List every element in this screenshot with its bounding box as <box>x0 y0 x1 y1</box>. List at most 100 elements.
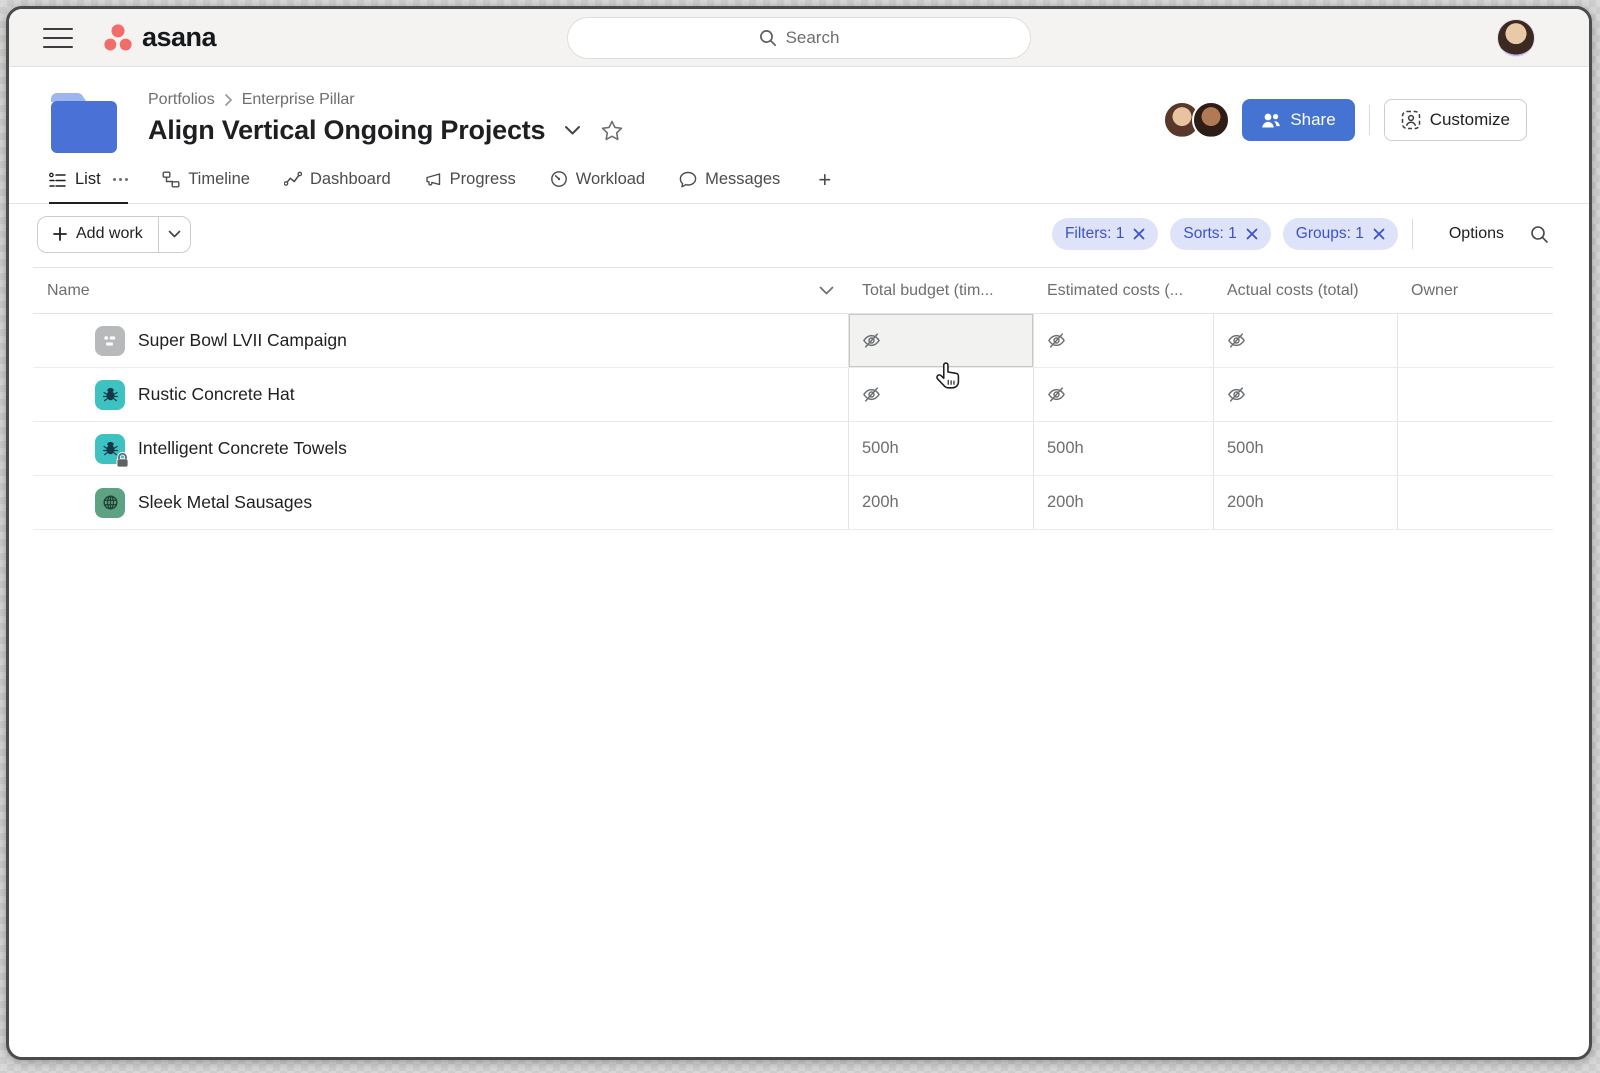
breadcrumb-chevron-icon <box>224 93 233 107</box>
actual-cell[interactable]: 200h <box>1213 476 1397 529</box>
breadcrumb: Portfolios Enterprise Pillar <box>148 91 624 109</box>
budget-cell[interactable]: 200h <box>848 476 1033 529</box>
member-facepile[interactable] <box>1163 101 1230 139</box>
column-header-owner[interactable]: Owner <box>1397 268 1553 313</box>
tab-more-icon[interactable] <box>113 178 129 182</box>
toolbar-divider <box>1412 219 1413 249</box>
table-row: Sleek Metal Sausages 200h 200h 200h <box>33 476 1553 530</box>
tab-progress-label: Progress <box>450 170 516 189</box>
app-window: asana Search Portfolios Enterprise Pilla… <box>6 6 1592 1060</box>
tab-dashboard[interactable]: Dashboard <box>284 157 391 203</box>
owner-cell[interactable] <box>1397 314 1553 367</box>
user-avatar[interactable] <box>1497 19 1535 57</box>
list-search-icon[interactable] <box>1530 225 1549 244</box>
tab-timeline[interactable]: Timeline <box>162 157 250 203</box>
project-name-cell[interactable]: Rustic Concrete Hat <box>33 368 848 421</box>
project-name: Sleek Metal Sausages <box>138 492 312 513</box>
sorts-chip-close-icon[interactable] <box>1246 228 1258 240</box>
add-work-button[interactable]: Add work <box>38 217 158 252</box>
column-header-name-label: Name <box>47 282 90 300</box>
project-name-cell[interactable]: Sleek Metal Sausages <box>33 476 848 529</box>
tab-workload[interactable]: Workload <box>550 157 645 203</box>
plus-icon <box>53 227 67 241</box>
lock-icon <box>115 452 130 468</box>
owner-cell[interactable] <box>1397 476 1553 529</box>
dashboard-icon <box>284 171 302 187</box>
member-avatar-2[interactable] <box>1192 101 1230 139</box>
actual-cell-hidden[interactable] <box>1213 368 1397 421</box>
menu-icon[interactable] <box>43 28 73 48</box>
share-button-label: Share <box>1290 110 1335 130</box>
owner-cell[interactable] <box>1397 368 1553 421</box>
search-input[interactable]: Search <box>567 17 1031 59</box>
groups-chip-label: Groups: 1 <box>1296 225 1364 243</box>
page-header: Portfolios Enterprise Pillar Align Verti… <box>9 67 1589 157</box>
hidden-eye-slash-icon <box>1227 331 1246 350</box>
topbar: asana Search <box>9 9 1589 67</box>
estimated-cell[interactable]: 500h <box>1033 422 1213 475</box>
actual-cell[interactable]: 500h <box>1213 422 1397 475</box>
options-button[interactable]: Options <box>1449 225 1504 243</box>
toolbar-right: Filters: 1 Sorts: 1 Groups: 1 Options <box>1040 218 1549 250</box>
owner-cell[interactable] <box>1397 422 1553 475</box>
filters-chip[interactable]: Filters: 1 <box>1052 218 1158 250</box>
customize-button-label: Customize <box>1430 110 1510 130</box>
budget-cell-hidden[interactable] <box>848 368 1033 421</box>
name-column-chevron-icon[interactable] <box>819 286 834 295</box>
estimated-cell-hidden[interactable] <box>1033 368 1213 421</box>
breadcrumb-enterprise-pillar[interactable]: Enterprise Pillar <box>242 91 355 109</box>
tab-list[interactable]: List <box>49 157 128 204</box>
filters-chip-close-icon[interactable] <box>1133 228 1145 240</box>
estimated-cell[interactable]: 200h <box>1033 476 1213 529</box>
tab-workload-label: Workload <box>576 170 645 189</box>
tab-timeline-label: Timeline <box>188 170 250 189</box>
hidden-eye-slash-icon <box>1047 385 1066 404</box>
search-icon <box>759 29 777 47</box>
share-people-icon <box>1261 112 1281 129</box>
list-toolbar: Add work Filters: 1 Sorts: 1 <box>9 204 1589 264</box>
title-block: Portfolios Enterprise Pillar Align Verti… <box>148 89 624 146</box>
groups-chip[interactable]: Groups: 1 <box>1283 218 1398 250</box>
tab-messages[interactable]: Messages <box>679 157 780 203</box>
messages-bubble-icon <box>679 171 697 188</box>
add-tab-plus-icon[interactable]: + <box>814 157 835 203</box>
sorts-chip[interactable]: Sorts: 1 <box>1170 218 1270 250</box>
add-work-dropdown-chevron-icon[interactable] <box>158 217 190 252</box>
budget-cell-hidden[interactable] <box>848 314 1033 367</box>
column-header-name[interactable]: Name <box>33 268 848 313</box>
workload-gauge-icon <box>550 170 568 188</box>
actual-cell-hidden[interactable] <box>1213 314 1397 367</box>
column-header-actual-costs[interactable]: Actual costs (total) <box>1213 268 1397 313</box>
timeline-icon <box>162 171 180 188</box>
tab-progress[interactable]: Progress <box>425 157 516 203</box>
project-name-cell[interactable]: Intelligent Concrete Towels <box>33 422 848 475</box>
tab-list-label: List <box>75 170 101 189</box>
header-divider <box>1369 105 1370 135</box>
title-chevron-down-icon[interactable] <box>564 125 581 136</box>
hidden-eye-slash-icon <box>1227 385 1246 404</box>
list-icon <box>49 172 67 188</box>
customize-button[interactable]: Customize <box>1384 99 1527 141</box>
asana-logo-text: asana <box>142 22 216 53</box>
share-button[interactable]: Share <box>1242 99 1354 141</box>
column-header-estimated-costs[interactable]: Estimated costs (... <box>1033 268 1213 313</box>
hidden-eye-slash-icon <box>862 331 881 350</box>
breadcrumb-portfolios[interactable]: Portfolios <box>148 91 215 109</box>
add-work-split-button: Add work <box>37 216 191 253</box>
column-header-total-budget[interactable]: Total budget (tim... <box>848 268 1033 313</box>
project-bug-icon <box>95 380 125 410</box>
budget-cell[interactable]: 500h <box>848 422 1033 475</box>
search-placeholder: Search <box>786 28 840 48</box>
sorts-chip-label: Sorts: 1 <box>1183 225 1236 243</box>
groups-chip-close-icon[interactable] <box>1373 228 1385 240</box>
tab-messages-label: Messages <box>705 170 780 189</box>
projects-table: Name Total budget (tim... Estimated cost… <box>33 267 1553 530</box>
estimated-cell-hidden[interactable] <box>1033 314 1213 367</box>
table-row: Rustic Concrete Hat <box>33 368 1553 422</box>
filters-chip-label: Filters: 1 <box>1065 225 1124 243</box>
view-tabs: List Timeline Dashboard Progress <box>9 157 1589 204</box>
project-name-cell[interactable]: Super Bowl LVII Campaign <box>33 314 848 367</box>
asana-logo[interactable]: asana <box>101 22 216 54</box>
project-timeline-chart-icon <box>95 326 125 356</box>
favorite-star-icon[interactable] <box>600 119 624 142</box>
